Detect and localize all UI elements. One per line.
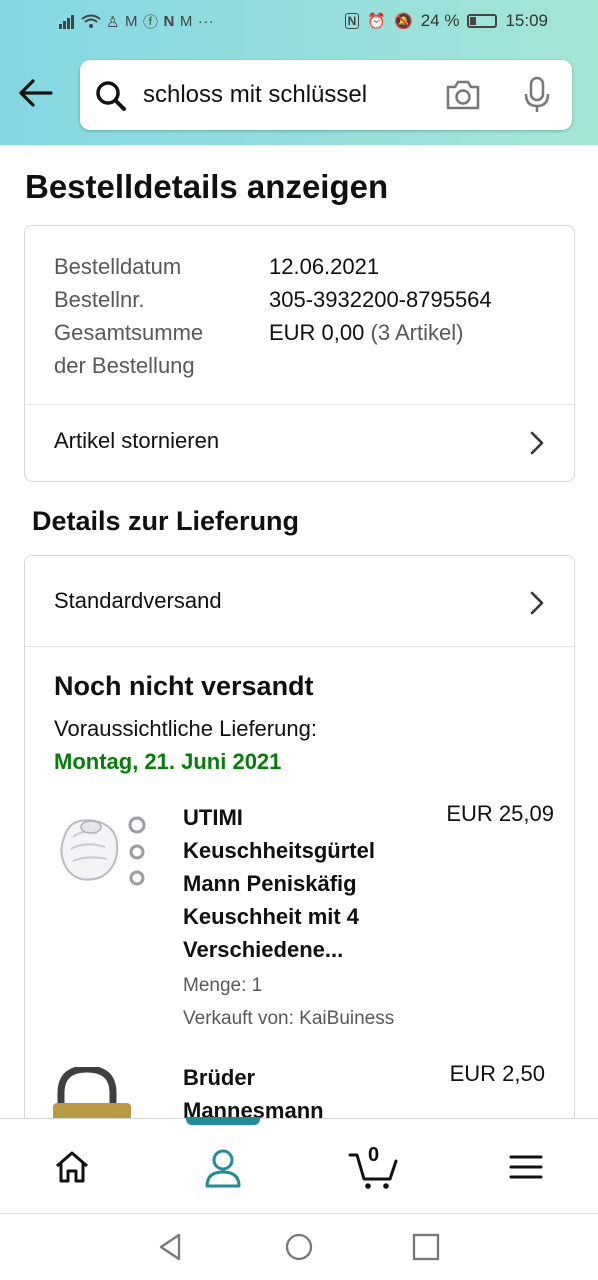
delivery-section-title: Details zur Lieferung (32, 506, 300, 536)
status-left-icons: ♙ M ⓕ N M ··· (58, 11, 214, 32)
nfc-icon: N (344, 13, 360, 29)
playstation-icon: ♙ (106, 13, 120, 31)
order-total-row: Gesamtsumme der Bestellung EUR 0,00 (3 A… (54, 316, 492, 382)
estimated-delivery-label: Voraussichtliche Lieferung: (54, 716, 317, 741)
battery-icon (467, 14, 498, 28)
order-number-row: Bestellnr. 305-3932200-8795564 (54, 283, 492, 316)
order-date-label: Bestelldatum (54, 254, 182, 279)
order-info-card: Bestelldatum 12.06.2021 Bestellnr. 305-3… (24, 225, 575, 482)
menu-icon (509, 1155, 543, 1179)
order-date-value: 12.06.2021 (269, 254, 380, 279)
shipping-method-row[interactable]: Standardversand (25, 556, 574, 646)
order-number-value: 305-3932200-8795564 (269, 287, 492, 312)
system-home-icon[interactable] (284, 1232, 314, 1262)
order-total-label: Gesamtsumme der Bestellung (54, 316, 269, 382)
facebook-icon: ⓕ (142, 14, 159, 31)
item-price: EUR 25,09 (446, 801, 554, 826)
cancel-items-row[interactable]: Artikel stornieren (25, 404, 574, 481)
item-quantity: Menge: 1 (183, 975, 263, 996)
nav-home[interactable] (52, 1147, 96, 1191)
order-item-count: (3 Artikel) (370, 320, 464, 345)
mute-icon: 🔕 (394, 13, 413, 30)
n-app-icon: N (163, 13, 175, 30)
page-title: Bestelldetails anzeigen (25, 168, 389, 205)
order-info-grid: Bestelldatum 12.06.2021 Bestellnr. 305-3… (54, 250, 492, 382)
item-title[interactable]: UTIMI Keuschheitsgürtel Mann Peniskäfig … (183, 801, 413, 966)
clock: 15:09 (505, 11, 548, 30)
item-title-line: Keuschheit mit 4 (183, 904, 360, 929)
back-button[interactable] (18, 78, 56, 112)
search-bar[interactable]: schloss mit schlüssel (80, 60, 572, 130)
account-icon (205, 1149, 241, 1188)
active-tab-indicator (186, 1117, 260, 1125)
battery-percent: 24 % (420, 11, 460, 30)
microphone-icon[interactable] (522, 76, 552, 114)
cart-count-badge: 0 (368, 1144, 380, 1166)
system-recents-icon[interactable] (411, 1232, 441, 1262)
bottom-navigation: 0 (0, 1117, 598, 1213)
gmail-icon-2: M (179, 13, 193, 30)
product-image[interactable] (51, 807, 157, 897)
item-price: EUR 2,50 (449, 1061, 545, 1086)
home-icon (56, 1151, 88, 1183)
header-bar: ♙ M ⓕ N M ··· N ⏰ 🔕 24 % 15:09 schloss m… (0, 0, 598, 145)
order-number-label: Bestellnr. (54, 287, 145, 312)
item-title-line: Mann Peniskäfig (183, 871, 357, 896)
status-right-icons: N ⏰ 🔕 24 % 15:09 (344, 11, 548, 31)
item-title-line: Keuschheitsgürtel (183, 838, 375, 863)
alarm-icon: ⏰ (367, 13, 387, 30)
nav-menu[interactable] (508, 1147, 552, 1191)
order-date-row: Bestelldatum 12.06.2021 (54, 250, 492, 283)
item-title-line: UTIMI (183, 805, 243, 830)
system-back-icon[interactable] (155, 1232, 185, 1262)
estimated-delivery-date: Montag, 21. Juni 2021 (54, 749, 282, 774)
nav-cart[interactable]: 0 (348, 1144, 400, 1191)
order-total-amount: EUR 0,00 (269, 320, 365, 345)
shipment-status: Noch nicht versandt (54, 671, 314, 701)
more-notifications-icon: ··· (197, 13, 215, 30)
order-total-value: EUR 0,00 (3 Artikel) (269, 316, 463, 382)
search-input[interactable]: schloss mit schlüssel (143, 81, 367, 109)
divider (25, 646, 574, 647)
delivery-card: Standardversand Noch nicht versandt Vora… (24, 555, 575, 1155)
search-icon (96, 81, 126, 111)
item-seller: Verkauft von: KaiBuiness (183, 1008, 395, 1029)
back-arrow-icon (19, 79, 53, 107)
system-navigation-bar (0, 1213, 598, 1280)
chevron-right-icon (530, 591, 544, 615)
status-bar: ♙ M ⓕ N M ··· N ⏰ 🔕 24 % 15:09 (0, 0, 598, 44)
item-title-line: Brüder (183, 1065, 256, 1090)
nav-account[interactable] (201, 1147, 245, 1191)
wifi-icon (81, 14, 101, 28)
shipping-method-label: Standardversand (54, 588, 222, 613)
chevron-right-icon (530, 431, 544, 455)
camera-icon[interactable] (444, 78, 482, 112)
item-title-line: Verschiedene... (183, 937, 344, 962)
cancel-items-label: Artikel stornieren (54, 428, 220, 453)
gmail-icon: M (124, 13, 138, 30)
order-total-label-line1: Gesamtsumme (54, 320, 204, 345)
order-total-label-line2: der Bestellung (54, 353, 195, 378)
signal-icon (59, 14, 74, 29)
